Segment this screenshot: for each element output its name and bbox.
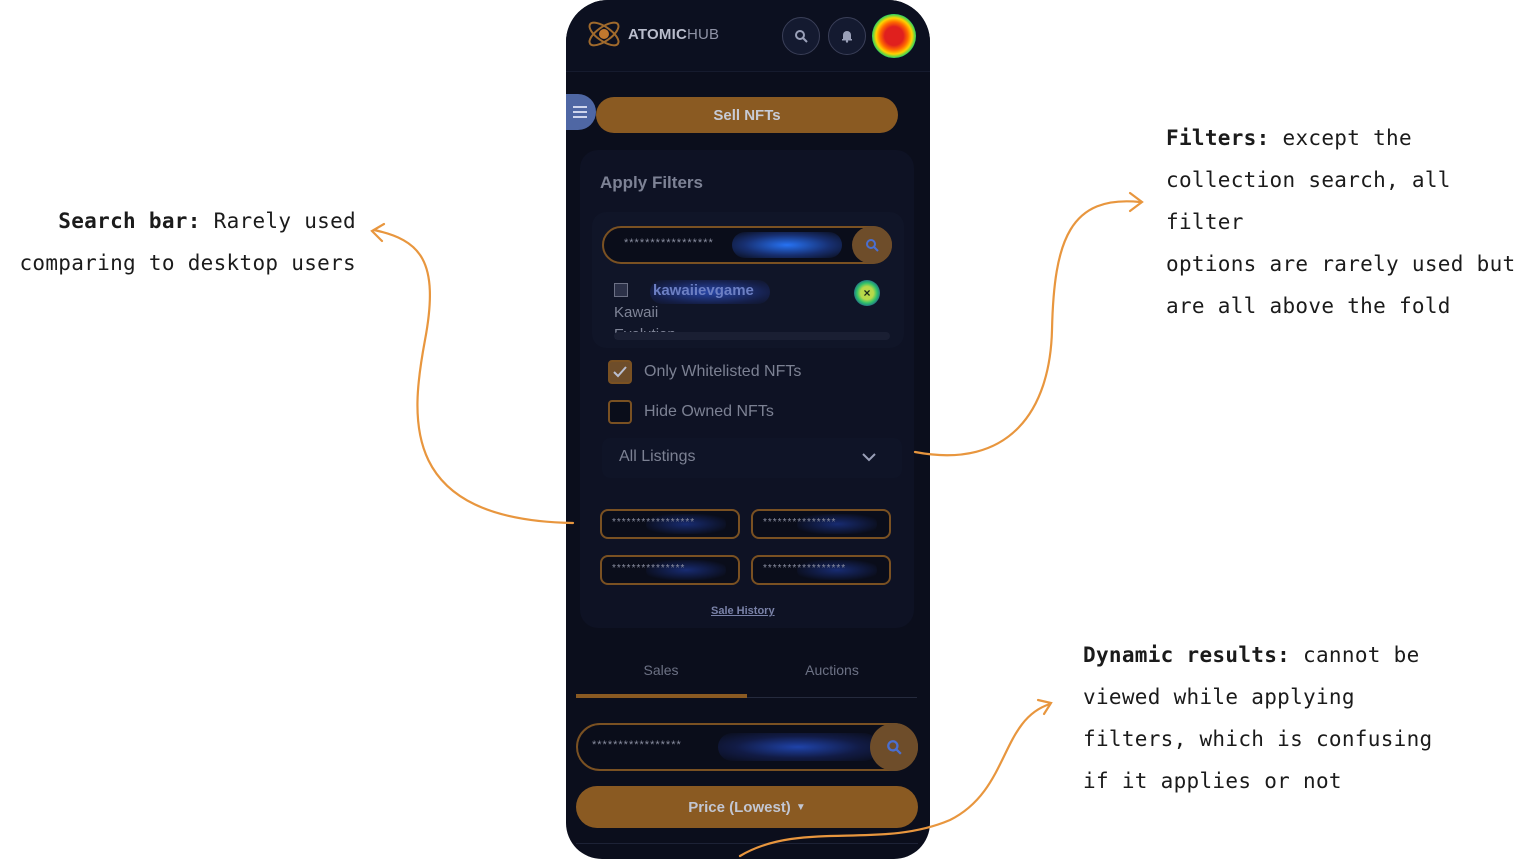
results-search-input[interactable]: *****************: [576, 723, 918, 771]
annotation-dynamic-title: Dynamic results:: [1083, 643, 1291, 667]
logo[interactable]: ATOMICHUB: [584, 14, 719, 54]
sort-dropdown-button[interactable]: Price (Lowest) ▼: [576, 786, 918, 828]
search-icon: [887, 740, 902, 755]
search-icon: [866, 239, 879, 252]
sidebar-toggle[interactable]: [566, 94, 596, 130]
listing-select-value: All Listings: [619, 448, 696, 465]
arrow-head-filters: [1128, 191, 1144, 213]
broken-image-icon: [614, 283, 628, 297]
arrow-head-dynamic: [1036, 698, 1053, 716]
annotation-search-bar-line2: comparing to desktop users: [19, 251, 356, 275]
only-whitelisted-checkbox[interactable]: Only Whitelisted NFTs: [608, 360, 801, 384]
collection-search-placeholder: *****************: [624, 237, 714, 249]
avatar[interactable]: [872, 14, 916, 58]
phone-screen: ATOMICHUB Sell NFTs Apply Filters ******…: [566, 0, 930, 859]
annotation-dynamic-results: Dynamic results: cannot be viewed while …: [1083, 634, 1443, 802]
tab-sales[interactable]: Sales: [576, 662, 746, 678]
annotation-dynamic-line2: viewed while applying: [1083, 685, 1355, 709]
sale-history-link[interactable]: Sale History: [711, 605, 775, 617]
filter-field-2[interactable]: ***************: [751, 509, 891, 539]
annotation-dynamic-line4: if it applies or not: [1083, 769, 1342, 793]
filter-field-placeholder: *****************: [763, 563, 847, 574]
arrow-filters: [913, 200, 1142, 457]
hide-owned-label: Hide Owned NFTs: [644, 403, 774, 420]
only-whitelisted-label: Only Whitelisted NFTs: [644, 363, 802, 380]
search-icon: [795, 30, 808, 43]
notifications-button[interactable]: [828, 17, 866, 55]
annotation-dynamic-line3: filters, which is confusing: [1083, 727, 1433, 751]
arrow-search-bar: [372, 228, 575, 525]
checkmark-icon: [613, 366, 627, 378]
top-bar: ATOMICHUB: [566, 0, 930, 72]
annotation-search-bar-line1: Rarely used: [213, 209, 356, 233]
filter-field-3[interactable]: ***************: [600, 555, 740, 585]
header-search-button[interactable]: [782, 17, 820, 55]
annotation-dynamic-line1: cannot be: [1303, 643, 1420, 667]
bottom-divider: [576, 843, 918, 844]
remove-collection-button[interactable]: ×: [854, 280, 880, 306]
results-search-placeholder: *****************: [592, 739, 682, 751]
heatmap-spot: [718, 733, 878, 761]
annotation-filters-line1: except the: [1282, 126, 1412, 150]
collection-scrollbar[interactable]: [614, 332, 890, 340]
filter-field-1[interactable]: *****************: [600, 509, 740, 539]
filter-field-placeholder: ***************: [763, 517, 837, 528]
annotation-filters-line4: are all above the fold: [1166, 294, 1451, 318]
caret-down-icon: ▼: [795, 801, 806, 813]
arrow-head-search: [370, 222, 386, 243]
tab-auctions[interactable]: Auctions: [747, 662, 917, 678]
apply-filters-title: Apply Filters: [600, 173, 703, 192]
logo-text-thin: HUB: [686, 25, 720, 43]
collection-alt-line1: Kawaii: [614, 304, 659, 321]
heatmap-spot: [732, 232, 842, 258]
annotation-filters-line3: options are rarely used but: [1166, 252, 1516, 276]
annotation-filters: Filters: except the collection search, a…: [1166, 117, 1518, 327]
annotation-search-bar: Search bar: Rarely used comparing to des…: [6, 200, 356, 284]
hide-owned-checkbox[interactable]: Hide Owned NFTs: [608, 400, 774, 424]
bell-icon: [842, 31, 852, 43]
filter-field-placeholder: ***************: [612, 563, 686, 574]
chevron-down-icon: [862, 453, 876, 462]
collection-search-button[interactable]: [852, 226, 892, 264]
atom-logo-icon: [588, 21, 620, 47]
results-search-button[interactable]: [870, 723, 918, 771]
collection-search-input[interactable]: *****************: [602, 226, 892, 264]
annotation-search-bar-title: Search bar:: [58, 209, 201, 233]
filter-field-placeholder: *****************: [612, 517, 696, 528]
logo-text-bold: ATOMIC: [628, 25, 687, 43]
listing-type-select[interactable]: All Listings: [602, 438, 902, 478]
active-tab-indicator: [576, 694, 747, 698]
checkbox-checked[interactable]: [608, 360, 632, 384]
filter-field-4[interactable]: *****************: [751, 555, 891, 585]
logo-text: ATOMICHUB: [628, 26, 719, 43]
sort-label: Price (Lowest): [688, 798, 791, 816]
collection-name: kawaiievgame: [653, 282, 754, 299]
annotation-filters-line2: collection search, all filter: [1166, 168, 1451, 234]
sell-nfts-button[interactable]: Sell NFTs: [596, 97, 898, 133]
annotation-filters-title: Filters:: [1166, 126, 1270, 150]
checkbox-unchecked[interactable]: [608, 400, 632, 424]
menu-icon: [573, 106, 587, 118]
